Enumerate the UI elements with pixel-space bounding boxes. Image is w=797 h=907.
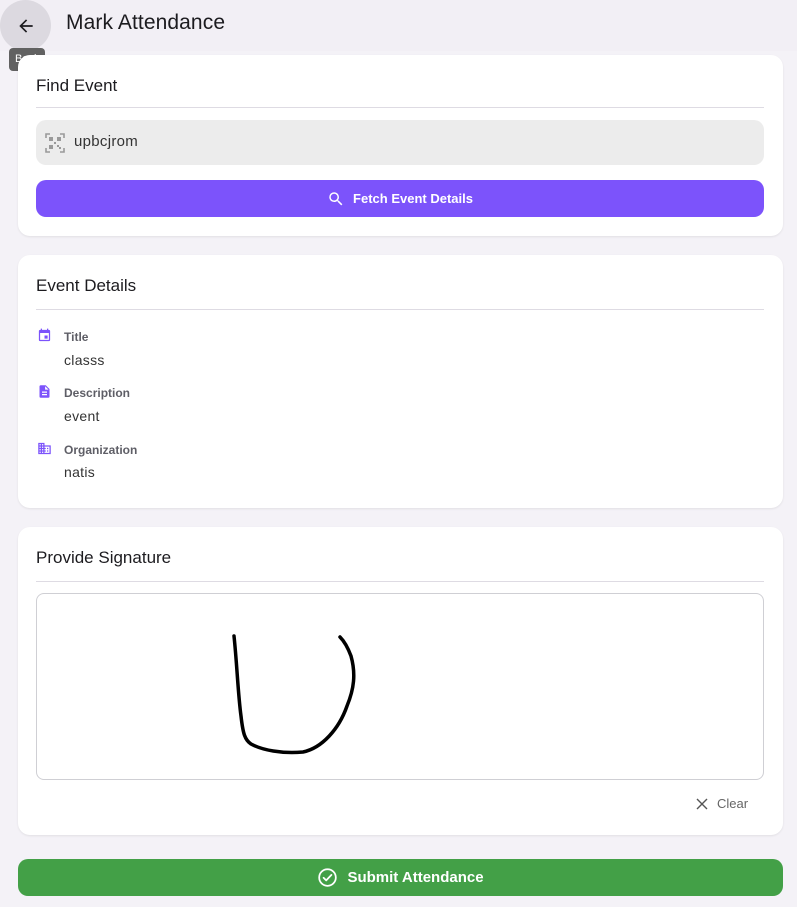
description-value: event <box>64 408 100 424</box>
divider <box>36 581 764 582</box>
organization-value: natis <box>64 464 96 480</box>
description-icon <box>39 385 50 398</box>
app-bar: Mark Attendance <box>0 0 797 51</box>
divider <box>36 107 764 108</box>
qr-code-scanner-icon <box>45 133 65 153</box>
fetch-button-label: Fetch Event Details <box>353 191 473 206</box>
clear-label: Clear <box>717 796 749 811</box>
event-details-title: Event Details <box>36 276 137 295</box>
event-code-value: upbcjrom <box>74 133 139 150</box>
arrow-back-icon <box>18 18 33 33</box>
organization-label: Organization <box>64 443 138 457</box>
close-icon <box>696 798 708 809</box>
find-event-title: Find Event <box>36 76 118 95</box>
description-label: Description <box>64 386 131 400</box>
find-event-card: Find Event upbcjrom Fetch Event Details <box>18 55 783 236</box>
submit-attendance-button[interactable]: Submit Attendance <box>18 859 783 896</box>
signature-stroke <box>232 634 356 755</box>
back-button[interactable] <box>0 0 51 51</box>
divider <box>36 309 764 310</box>
search-icon <box>329 191 343 205</box>
event-code-field[interactable]: upbcjrom <box>36 120 764 165</box>
event-details-card: Event Details Title classs Description e… <box>18 255 783 508</box>
signature-card: Provide Signature Clear <box>18 527 783 835</box>
signature-title: Provide Signature <box>36 548 172 567</box>
business-icon <box>38 442 51 455</box>
check-circle-icon <box>318 868 338 887</box>
title-value: classs <box>64 352 105 368</box>
clear-signature-button[interactable]: Clear <box>696 795 748 812</box>
fetch-event-details-button[interactable]: Fetch Event Details <box>36 180 764 217</box>
event-icon <box>38 328 51 342</box>
submit-label: Submit Attendance <box>347 869 484 886</box>
signature-pad[interactable] <box>36 593 764 780</box>
page-title: Mark Attendance <box>66 11 226 34</box>
title-label: Title <box>64 330 89 344</box>
